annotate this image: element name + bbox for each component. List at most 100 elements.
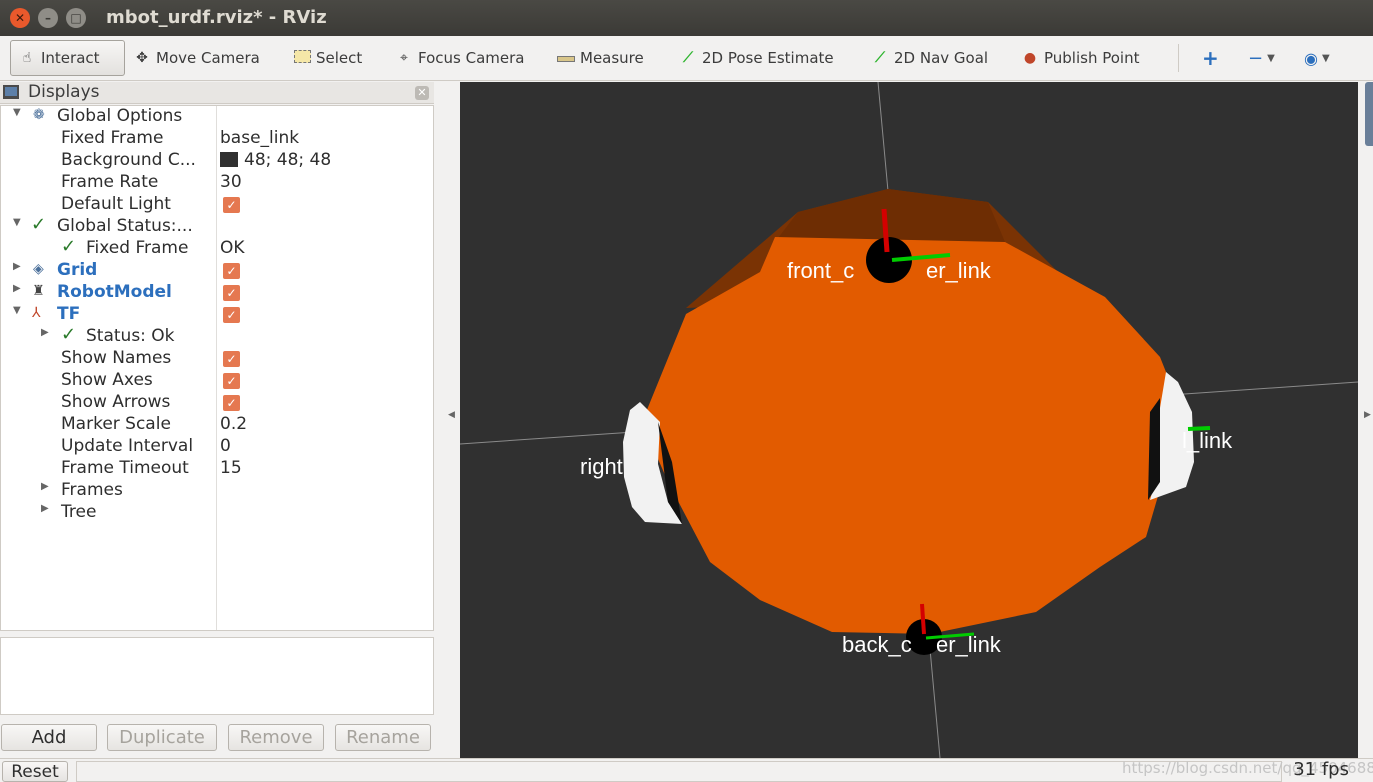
minimize-window-button[interactable]: – bbox=[38, 8, 58, 28]
publish-point-tool-button[interactable]: ● Publish Point bbox=[1014, 40, 1145, 76]
row-label: Fixed Frame bbox=[61, 128, 164, 148]
expand-down-icon[interactable]: ▼ bbox=[13, 217, 21, 228]
show-arrows-checkbox[interactable]: ✓ bbox=[223, 395, 240, 411]
views-tab[interactable] bbox=[1365, 82, 1373, 146]
displays-title: Displays bbox=[28, 82, 100, 102]
reset-button[interactable]: Reset bbox=[2, 761, 68, 782]
tree-row-tree[interactable]: ▶ Tree bbox=[1, 502, 433, 524]
row-label: Update Interval bbox=[61, 436, 194, 456]
default-light-checkbox[interactable]: ✓ bbox=[223, 197, 240, 213]
row-label: RobotModel bbox=[57, 282, 172, 302]
back-caster-label: back_c bbox=[842, 632, 912, 657]
row-label: Frames bbox=[61, 480, 123, 500]
x-axis-red bbox=[881, 208, 890, 253]
expand-right-icon[interactable]: ▶ bbox=[13, 261, 21, 272]
move-arrows-icon: ✥ bbox=[136, 50, 148, 66]
row-label: Background C... bbox=[61, 150, 196, 170]
status-message-field bbox=[76, 761, 1282, 782]
fixed-frame-status-value: OK bbox=[220, 238, 245, 258]
tree-row-tf-status[interactable]: ▶ ✓ Status: Ok bbox=[1, 324, 433, 348]
front-caster-label-tail: er_link bbox=[926, 258, 992, 283]
fixed-frame-value[interactable]: base_link bbox=[220, 128, 299, 148]
pose-estimate-tool-button[interactable]: ⟋ 2D Pose Estimate bbox=[672, 40, 840, 76]
tree-row-show-names[interactable]: Show Names ✓ bbox=[1, 348, 433, 370]
map-pin-icon: ● bbox=[1023, 50, 1037, 66]
property-description-box bbox=[0, 637, 434, 715]
eye-icon[interactable]: ◉ ▼ bbox=[1298, 40, 1336, 76]
show-axes-checkbox[interactable]: ✓ bbox=[223, 373, 240, 389]
right-panel-strip[interactable]: ▶ bbox=[1358, 82, 1373, 758]
ok-check-icon: ✓ bbox=[61, 236, 77, 257]
fps-readout: 31 fps bbox=[1293, 759, 1349, 780]
displays-header: Displays ✕ bbox=[0, 82, 434, 104]
panel-splitter[interactable]: ◀ bbox=[434, 82, 460, 758]
measure-tool-button[interactable]: Measure bbox=[550, 40, 650, 76]
green-arrow-icon: ⟋ bbox=[683, 50, 693, 66]
expand-down-icon[interactable]: ▼ bbox=[13, 107, 21, 118]
expand-right-icon[interactable]: ▶ bbox=[41, 481, 49, 492]
expand-down-icon[interactable]: ▼ bbox=[13, 305, 21, 316]
tree-row-update-interval[interactable]: Update Interval 0 bbox=[1, 436, 433, 458]
tree-row-status-fixed-frame[interactable]: ✓ Fixed Frame OK bbox=[1, 236, 433, 260]
tree-row-fixed-frame[interactable]: Fixed Frame base_link bbox=[1, 128, 433, 150]
tree-row-frame-timeout[interactable]: Frame Timeout 15 bbox=[1, 458, 433, 480]
duplicate-button[interactable]: Duplicate bbox=[107, 724, 217, 751]
expand-right-icon[interactable]: ▶ bbox=[13, 283, 21, 294]
marker-scale-value[interactable]: 0.2 bbox=[220, 414, 247, 434]
focus-camera-tool-button[interactable]: ⌖ Focus Camera bbox=[388, 40, 530, 76]
maximize-window-button[interactable]: □ bbox=[66, 8, 86, 28]
collapse-left-icon[interactable]: ◀ bbox=[448, 410, 455, 420]
remove-button[interactable]: Remove bbox=[228, 724, 324, 751]
row-label: Show Arrows bbox=[61, 392, 171, 412]
tree-row-background-color[interactable]: Background C... 48; 48; 48 bbox=[1, 150, 433, 172]
background-color-value[interactable]: 48; 48; 48 bbox=[220, 150, 331, 170]
frame-timeout-value[interactable]: 15 bbox=[220, 458, 242, 478]
expand-right-icon[interactable]: ▶ bbox=[41, 503, 49, 514]
tree-row-frames[interactable]: ▶ Frames bbox=[1, 480, 433, 502]
color-swatch bbox=[220, 152, 238, 167]
add-tool-icon[interactable]: + bbox=[1196, 40, 1225, 76]
robot-model-checkbox[interactable]: ✓ bbox=[223, 285, 240, 301]
rename-button[interactable]: Rename bbox=[335, 724, 431, 751]
update-interval-value[interactable]: 0 bbox=[220, 436, 231, 456]
robot-icon: ♜ bbox=[32, 283, 45, 299]
grid-checkbox[interactable]: ✓ bbox=[223, 263, 240, 279]
tree-row-default-light[interactable]: Default Light ✓ bbox=[1, 194, 433, 216]
displays-panel: Displays ✕ ▼ ❁ Global Options Fixed Fram… bbox=[0, 82, 434, 758]
move-camera-tool-button[interactable]: ✥ Move Camera bbox=[126, 40, 266, 76]
frame-rate-value[interactable]: 30 bbox=[220, 172, 242, 192]
row-label: Tree bbox=[61, 502, 97, 522]
base-body bbox=[642, 237, 1168, 634]
close-window-button[interactable]: ✕ bbox=[10, 8, 30, 28]
expand-right-icon[interactable]: ▶ bbox=[41, 327, 49, 338]
monitor-icon bbox=[3, 85, 19, 99]
tree-row-marker-scale[interactable]: Marker Scale 0.2 bbox=[1, 414, 433, 436]
interact-tool-button[interactable]: ☝ Interact bbox=[10, 40, 125, 76]
green-arrow-icon: ⟋ bbox=[875, 50, 885, 66]
add-button[interactable]: Add bbox=[1, 724, 97, 751]
publish-point-label: Publish Point bbox=[1044, 49, 1140, 67]
tree-row-show-arrows[interactable]: Show Arrows ✓ bbox=[1, 392, 433, 414]
background-color-text: 48; 48; 48 bbox=[244, 150, 332, 170]
close-panel-icon[interactable]: ✕ bbox=[415, 86, 429, 100]
tree-row-show-axes[interactable]: Show Axes ✓ bbox=[1, 370, 433, 392]
tree-row-grid[interactable]: ▶ ◈ Grid ✓ bbox=[1, 260, 433, 282]
back-caster-label-tail: er_link bbox=[936, 632, 1002, 657]
row-label: Grid bbox=[57, 260, 98, 280]
front-caster-label: front_c bbox=[787, 258, 854, 283]
collapse-right-icon[interactable]: ▶ bbox=[1364, 410, 1371, 420]
tree-row-robot-model[interactable]: ▶ ♜ RobotModel ✓ bbox=[1, 282, 433, 304]
select-tool-button[interactable]: Select bbox=[286, 40, 368, 76]
tree-row-frame-rate[interactable]: Frame Rate 30 bbox=[1, 172, 433, 194]
render-viewport[interactable]: front_c er_link right l_link back_c er_l… bbox=[460, 82, 1358, 758]
measure-label: Measure bbox=[580, 49, 644, 67]
toolbar-separator bbox=[1178, 44, 1179, 72]
nav-goal-label: 2D Nav Goal bbox=[894, 49, 989, 67]
show-names-checkbox[interactable]: ✓ bbox=[223, 351, 240, 367]
remove-tool-icon[interactable]: − ▼ bbox=[1242, 40, 1281, 76]
tree-row-tf[interactable]: ▼ ⅄ TF ✓ bbox=[1, 304, 433, 326]
tree-row-global-status[interactable]: ▼ ✓ Global Status:... bbox=[1, 214, 433, 238]
tf-checkbox[interactable]: ✓ bbox=[223, 307, 240, 323]
nav-goal-tool-button[interactable]: ⟋ 2D Nav Goal bbox=[864, 40, 994, 76]
tree-row-global-options[interactable]: ▼ ❁ Global Options bbox=[1, 106, 433, 128]
